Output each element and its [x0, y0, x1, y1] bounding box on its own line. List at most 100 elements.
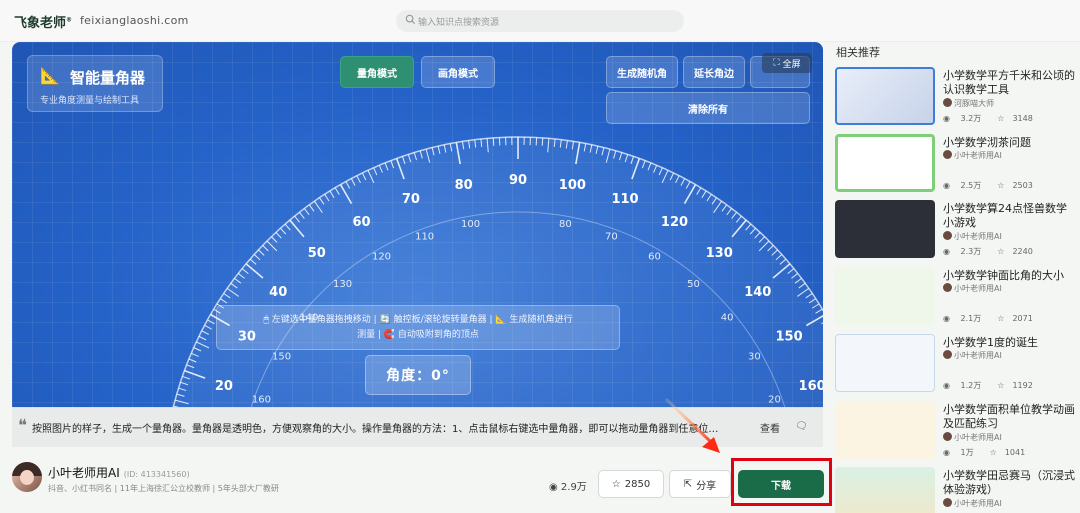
protractor-inner-label: 160 [252, 395, 271, 406]
protractor-inner-label: 110 [415, 231, 434, 242]
avatar[interactable] [12, 462, 42, 492]
hint-line-2: 测量 | 🧲 自动吸附到角的顶点 [357, 330, 479, 340]
protractor-tick [541, 137, 544, 146]
related-thumbnail[interactable] [835, 67, 935, 125]
search-icon [405, 14, 416, 25]
protractor-inner-label: 70 [605, 231, 618, 242]
eye-icon: ◉ [549, 482, 561, 493]
view-count: ◉ 2.9万 [549, 482, 587, 493]
tool-subtitle: 专业角度测量与绘制工具 [40, 96, 140, 106]
protractor-inner-label: 120 [372, 252, 391, 263]
comment-icon[interactable]: 🗨 [795, 421, 808, 432]
related-title-text[interactable]: 小学数学算24点怪兽数学小游戏 [943, 202, 1075, 230]
eye-icon: ◉ [943, 314, 953, 323]
protractor-outer-label: 160 [799, 379, 823, 394]
related-title-text[interactable]: 小学数学1度的诞生 [943, 336, 1075, 350]
protractor-tick [492, 137, 495, 146]
ruler-triangle-icon: 📐 [40, 66, 60, 85]
related-stats: ◉ 2.1万 ☆ 2071 [943, 314, 1033, 323]
related-title: 相关推荐 [836, 46, 880, 59]
hint-line-1: 🖱 左键选中量角器拖拽移动 | 🔄 触控板/滚轮旋转量角器 | 📐 生成随机角进… [263, 315, 573, 325]
related-item[interactable]: 小学数学沏茶问题 小叶老师用AI ◉ 2.5万 ☆ 2503 [835, 134, 1075, 194]
protractor-inner-label: 50 [687, 279, 700, 290]
author-avatar-icon [943, 432, 952, 441]
protractor-inner-label: 60 [648, 252, 661, 263]
related-thumbnail[interactable] [835, 467, 935, 513]
favorite-button[interactable]: ☆ 2850 [598, 470, 664, 498]
eye-icon: ◉ [943, 181, 953, 190]
related-thumbnail[interactable] [835, 401, 935, 459]
related-title-text[interactable]: 小学数学沏茶问题 [943, 136, 1075, 150]
related-thumbnail[interactable] [835, 200, 935, 258]
author-avatar-icon [943, 98, 952, 107]
random-angle-button[interactable]: 生成随机角 [606, 56, 678, 88]
related-title-text[interactable]: 小学数学面积单位教学动画及匹配练习 [943, 403, 1075, 431]
share-button[interactable]: ⇱ 分享 [669, 470, 731, 498]
related-item[interactable]: 小学数学算24点怪兽数学小游戏 小叶老师用AI ◉ 2.3万 ☆ 2240 [835, 200, 1075, 260]
related-thumbnail[interactable] [835, 134, 935, 192]
protractor-outer-label: 90 [509, 173, 527, 188]
star-icon: ☆ [997, 381, 1005, 390]
protractor-outer-label: 70 [402, 192, 420, 207]
related-author: 河豚喵大师 [943, 98, 994, 109]
related-title-text[interactable]: 小学数学田忌赛马（沉浸式体验游戏） [943, 469, 1075, 497]
author-name[interactable]: 小叶老师用AI (ID: 413341560) [48, 464, 190, 481]
related-stats: ◉ 1万 ☆ 1041 [943, 448, 1026, 457]
protractor-inner-label: 130 [333, 279, 352, 290]
site-logo[interactable]: 飞象老师® [14, 12, 72, 31]
search-input[interactable]: 输入知识点搜索资源 [396, 10, 684, 32]
star-icon: ☆ [997, 181, 1005, 190]
eye-icon: ◉ [943, 247, 953, 256]
related-thumbnail[interactable] [835, 267, 935, 325]
protractor-outer-label: 130 [706, 246, 733, 261]
related-author: 小叶老师用AI [943, 498, 1002, 509]
related-title-text[interactable]: 小学数学钟面比角的大小 [943, 269, 1075, 283]
author-meta: 抖音、小红书同名 | 11年上海徐汇公立校教师 | 5年头部大厂教研 [48, 484, 279, 493]
search-placeholder: 输入知识点搜索资源 [418, 18, 500, 28]
related-stats: ◉ 1.2万 ☆ 1192 [943, 381, 1033, 390]
related-author: 小叶老师用AI [943, 350, 1002, 361]
related-stats: ◉ 2.3万 ☆ 2240 [943, 247, 1033, 256]
download-button[interactable]: 下载 [738, 470, 824, 498]
site-domain: feixianglaoshi.com [80, 14, 189, 27]
clear-all-button[interactable]: 清除所有 [606, 92, 810, 124]
view-more-link[interactable]: 查看 [760, 420, 780, 435]
related-author: 小叶老师用AI [943, 150, 1002, 161]
related-item[interactable]: 小学数学1度的诞生 小叶老师用AI ◉ 1.2万 ☆ 1192 [835, 334, 1075, 394]
protractor-inner-label: 80 [559, 219, 572, 230]
author-avatar-icon [943, 283, 952, 292]
protractor-outer-label: 20 [215, 379, 233, 394]
protractor-inner-label: 150 [272, 352, 291, 363]
protractor-inner-label: 30 [748, 352, 761, 363]
protractor-inner-label: 20 [768, 395, 781, 406]
protractor-tool-panel[interactable]: 1020304050607080901001101201301401501601… [12, 42, 823, 407]
author-avatar-icon [943, 150, 952, 159]
protractor-outer-label: 100 [559, 178, 586, 193]
extend-edge-button[interactable]: 延长角边 [683, 56, 745, 88]
related-item[interactable]: 小学数学平方千米和公顷的认识教学工具 河豚喵大师 ◉ 3.2万 ☆ 3148 [835, 67, 1075, 127]
fullscreen-button[interactable]: ⛶ 全屏 [762, 53, 812, 73]
related-stats: ◉ 3.2万 ☆ 3148 [943, 114, 1033, 123]
protractor-outer-label: 110 [611, 192, 638, 207]
fullscreen-icon: ⛶ [773, 58, 783, 68]
protractor-inner-label: 40 [721, 313, 734, 324]
protractor-outer-label: 140 [744, 285, 771, 300]
author-avatar-icon [943, 231, 952, 240]
tool-title-card: 📐 智能量角器 专业角度测量与绘制工具 [27, 55, 163, 112]
related-author: 小叶老师用AI [943, 283, 1002, 294]
author-avatar-icon [943, 498, 952, 507]
usage-hint: 🖱 左键选中量角器拖拽移动 | 🔄 触控板/滚轮旋转量角器 | 📐 生成随机角进… [216, 305, 620, 350]
related-item[interactable]: 小学数学田忌赛马（沉浸式体验游戏） 小叶老师用AI [835, 467, 1075, 513]
star-icon: ☆ [997, 314, 1005, 323]
related-item[interactable]: 小学数学钟面比角的大小 小叶老师用AI ◉ 2.1万 ☆ 2071 [835, 267, 1075, 327]
related-thumbnail[interactable] [835, 334, 935, 392]
related-title-text[interactable]: 小学数学平方千米和公顷的认识教学工具 [943, 69, 1075, 97]
eye-icon: ◉ [943, 114, 953, 123]
eye-icon: ◉ [943, 448, 953, 457]
measure-mode-button[interactable]: 量角模式 [340, 56, 414, 88]
draw-mode-button[interactable]: 画角模式 [421, 56, 495, 88]
author-id: (ID: 413341560) [123, 470, 190, 479]
tool-title: 智能量角器 [70, 69, 146, 87]
related-item[interactable]: 小学数学面积单位教学动画及匹配练习 小叶老师用AI ◉ 1万 ☆ 1041 [835, 401, 1075, 461]
protractor-outer-label: 50 [308, 246, 326, 261]
